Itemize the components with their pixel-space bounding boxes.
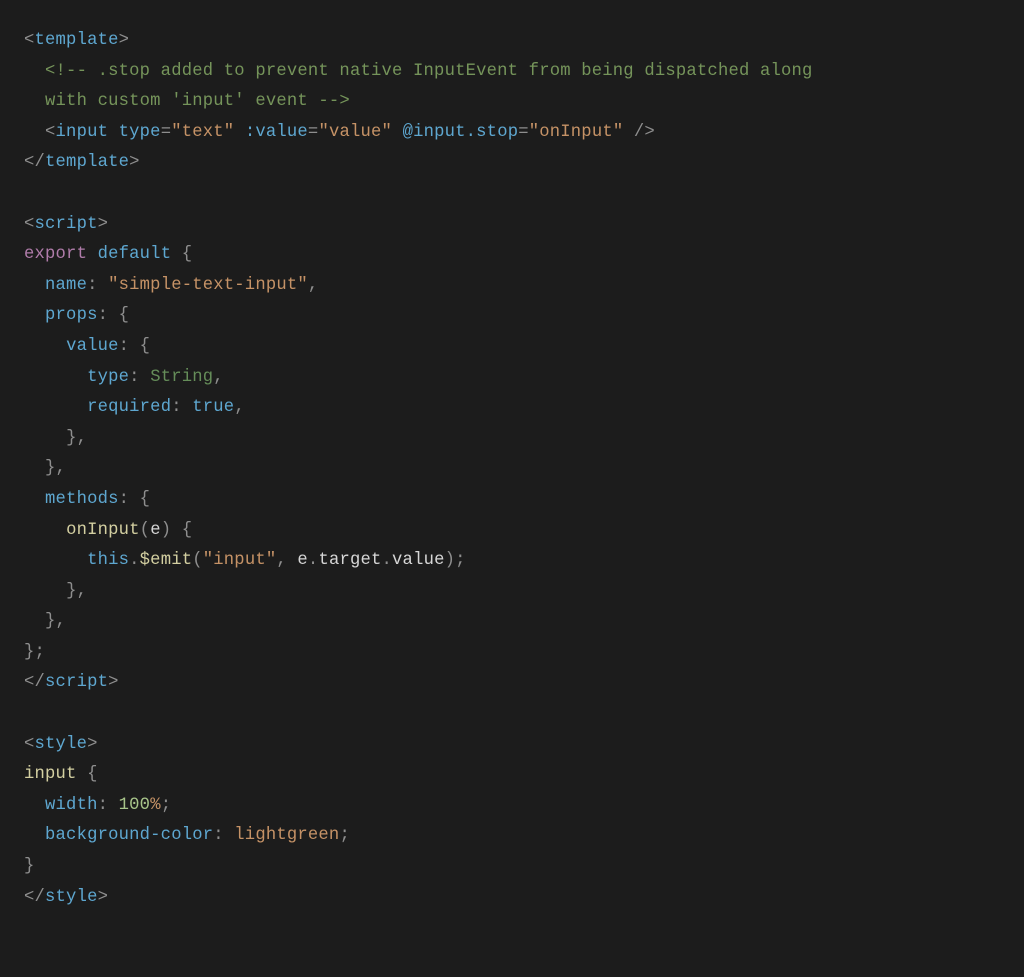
- code-line: <template>: [24, 31, 129, 50]
- code-line: value: {: [24, 337, 150, 356]
- code-line: this.$emit("input", e.target.value);: [24, 551, 466, 570]
- code-line: type: String,: [24, 368, 224, 387]
- code-line: background-color: lightgreen;: [24, 826, 350, 845]
- code-line: },: [24, 459, 66, 478]
- code-line: },: [24, 429, 87, 448]
- code-line: </style>: [24, 888, 108, 907]
- code-line: with custom 'input' event -->: [24, 92, 350, 111]
- code-line: <input type="text" :value="value" @input…: [24, 123, 655, 142]
- code-line: <style>: [24, 735, 98, 754]
- code-line: export default {: [24, 245, 192, 264]
- code-line: },: [24, 582, 87, 601]
- code-line: props: {: [24, 306, 129, 325]
- code-line: }: [24, 857, 35, 876]
- code-editor[interactable]: <template> <!-- .stop added to prevent n…: [0, 0, 1024, 939]
- code-line: },: [24, 612, 66, 631]
- code-line: width: 100%;: [24, 796, 171, 815]
- code-line: name: "simple-text-input",: [24, 276, 318, 295]
- code-line: </script>: [24, 673, 119, 692]
- code-line: <!-- .stop added to prevent native Input…: [24, 62, 813, 81]
- code-line: input {: [24, 765, 98, 784]
- code-line: <script>: [24, 215, 108, 234]
- code-line: required: true,: [24, 398, 245, 417]
- code-line: };: [24, 643, 45, 662]
- code-line: methods: {: [24, 490, 150, 509]
- code-line: onInput(e) {: [24, 521, 192, 540]
- code-line: </template>: [24, 153, 140, 172]
